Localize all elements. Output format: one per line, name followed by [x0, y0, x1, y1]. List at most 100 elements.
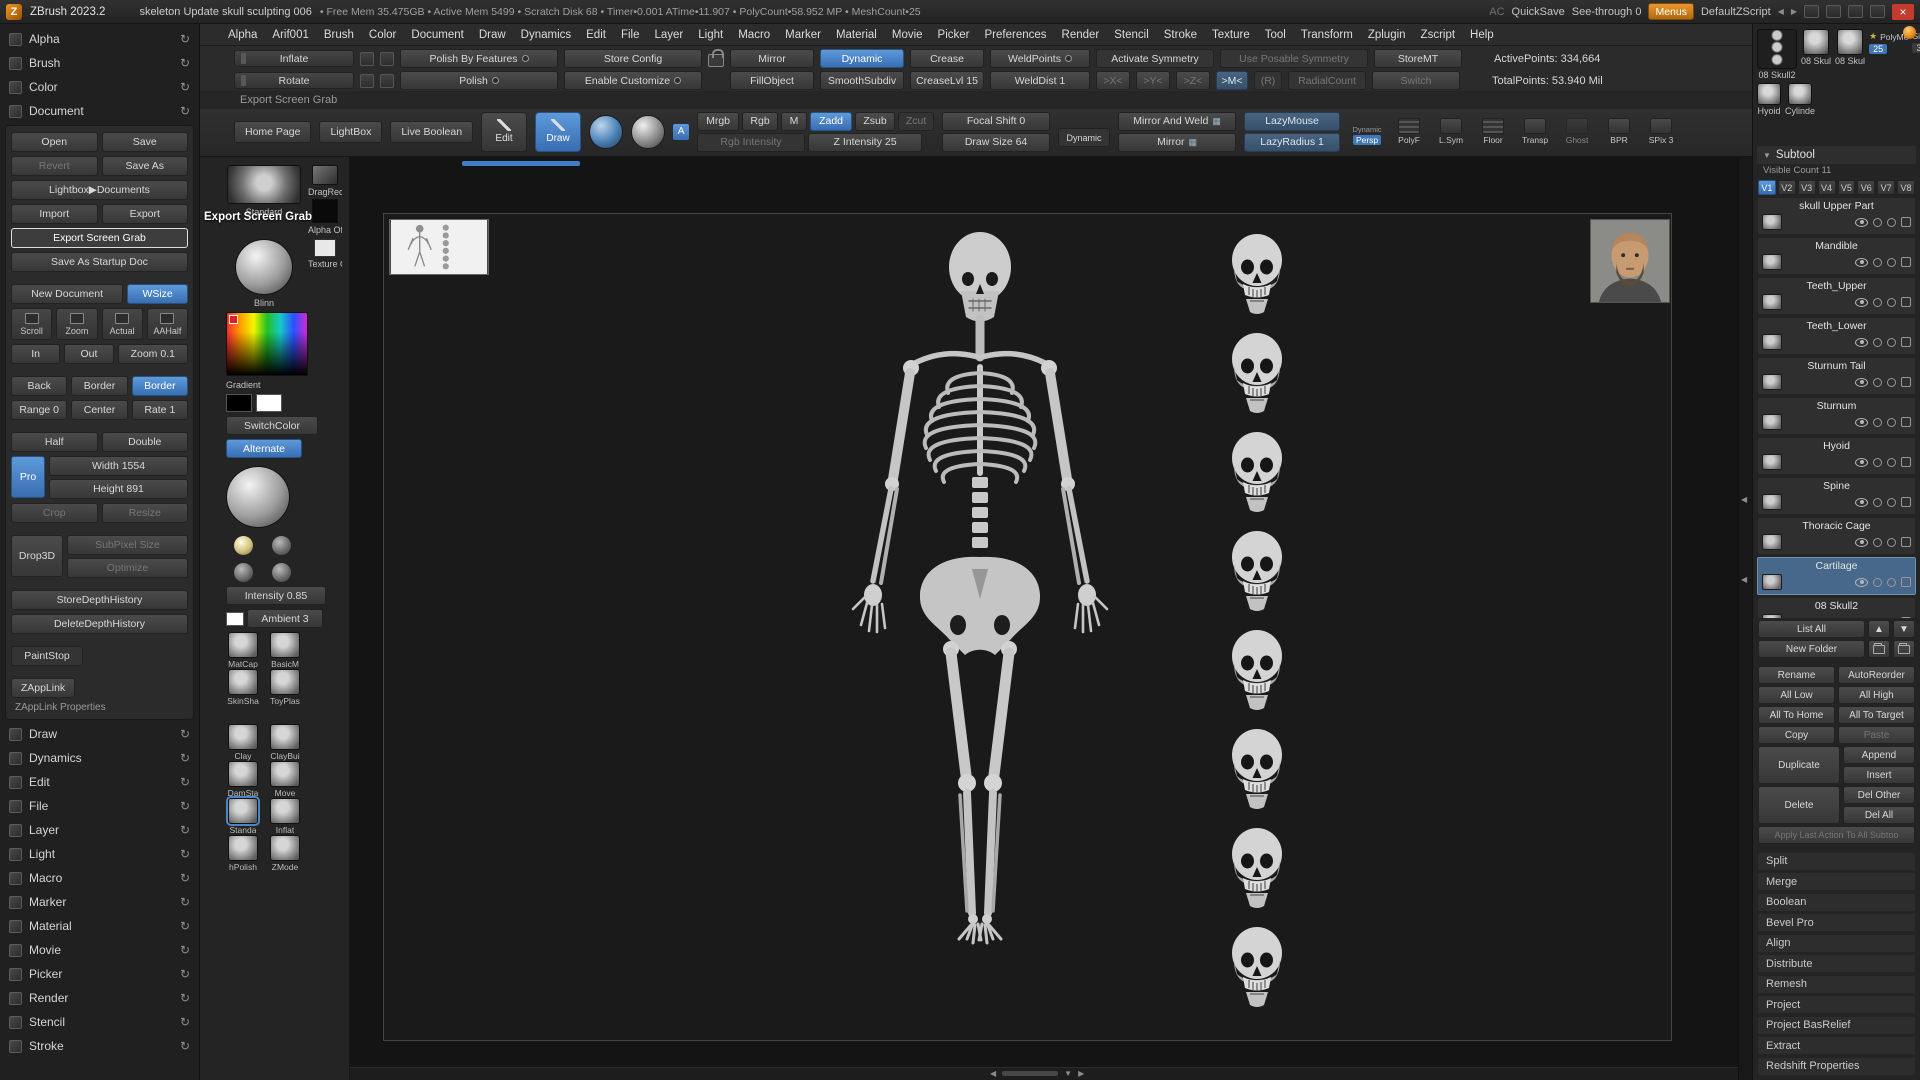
actual-button[interactable]: Actual [102, 308, 143, 340]
canvas-viewport[interactable]: ◀ ▼ ▶ [350, 157, 1738, 1080]
detach-circle-icon[interactable]: ↻ [180, 967, 190, 981]
rename-icon[interactable] [1901, 217, 1911, 227]
skull-subtool[interactable] [1227, 233, 1287, 317]
sym-m-button[interactable]: >M< [1216, 71, 1248, 90]
menu-item[interactable]: Marker [785, 29, 821, 41]
palette-item[interactable]: Stroke ↻ [5, 1034, 194, 1058]
detach-circle-icon[interactable]: ↻ [180, 751, 190, 765]
menu-item[interactable]: Preferences [985, 29, 1047, 41]
material-sphere-thumb[interactable] [235, 239, 293, 295]
uv-icon[interactable] [1887, 338, 1896, 347]
sym-y-button[interactable]: >Y< [1136, 71, 1170, 90]
subpalette-header[interactable]: Extract [1757, 1036, 1916, 1055]
preset-cell[interactable]: SkinSha [226, 669, 260, 706]
subtool-row[interactable]: 08 Skull2 [1757, 597, 1916, 618]
detach-circle-icon[interactable]: ↻ [180, 80, 190, 94]
palette-item[interactable]: Alpha ↻ [5, 27, 194, 51]
detach-circle-icon[interactable]: ↻ [180, 823, 190, 837]
uv-icon[interactable] [1887, 298, 1896, 307]
polypaint-icon[interactable] [1873, 498, 1882, 507]
sym-x-button[interactable]: >X< [1096, 71, 1130, 90]
preset-thumb[interactable] [270, 835, 300, 861]
zoom-button[interactable]: Zoom [56, 308, 97, 340]
skull-subtool[interactable] [1227, 431, 1287, 515]
new-document-button[interactable]: New Document [11, 284, 123, 304]
preset-cell[interactable]: MatCap [226, 632, 260, 669]
grid-expand-icon[interactable]: ▦ [1189, 138, 1198, 147]
eye-icon[interactable] [1855, 538, 1868, 547]
visibility-set-tab[interactable]: V5 [1838, 180, 1856, 195]
radio-toggle-icon[interactable] [522, 55, 529, 62]
preset-thumb[interactable] [228, 632, 258, 658]
lazyradius-slider[interactable]: LazyRadius 1 [1244, 133, 1340, 152]
border-toggle-button[interactable]: Border [132, 376, 188, 396]
light-intensity-slider[interactable]: Intensity 0.85 [226, 586, 326, 605]
preset-thumb[interactable] [270, 632, 300, 658]
draw-size-slider[interactable]: Draw Size 64 [942, 133, 1050, 152]
delete-button[interactable]: Delete [1758, 786, 1840, 824]
current-brush-thumb[interactable] [227, 165, 301, 204]
subtool-row[interactable]: Spine [1757, 477, 1916, 515]
palette-item[interactable]: Layer ↻ [5, 818, 194, 842]
eye-icon[interactable] [1855, 258, 1868, 267]
save-as-button[interactable]: Save As [102, 156, 189, 176]
shelf-mini-icon[interactable] [360, 52, 374, 66]
preset-thumb[interactable] [270, 724, 300, 750]
detach-circle-icon[interactable]: ↻ [180, 56, 190, 70]
in-button[interactable]: In [11, 344, 60, 364]
transp-toggle[interactable]: Transp [1516, 118, 1554, 145]
eye-icon[interactable] [1855, 578, 1868, 587]
preset-thumb[interactable] [228, 724, 258, 750]
zsub-button[interactable]: Zsub [855, 112, 895, 131]
preset-cell[interactable]: BasicM [268, 632, 302, 669]
sym-r-button[interactable]: (R) [1254, 71, 1282, 90]
zadd-button[interactable]: Zadd [810, 112, 852, 131]
fillobject-button[interactable]: FillObject [730, 71, 814, 90]
eye-icon[interactable] [1855, 218, 1868, 227]
stroke-thumb[interactable] [312, 165, 338, 185]
append-button[interactable]: Append [1843, 746, 1915, 764]
spix-slider[interactable]: SPix 3 [1642, 118, 1680, 145]
all-low-button[interactable]: All Low [1758, 686, 1835, 704]
rename-icon[interactable] [1901, 617, 1911, 618]
palette-item[interactable]: Stencil ↻ [5, 1010, 194, 1034]
tablet-icon[interactable] [1826, 5, 1841, 18]
visibility-set-tab[interactable]: V1 [1758, 180, 1776, 195]
palette-item[interactable]: Movie ↻ [5, 938, 194, 962]
duplicate-button[interactable]: Duplicate [1758, 746, 1840, 784]
pro-button[interactable]: Pro [11, 456, 45, 498]
move-down-button[interactable]: ▼ [1893, 620, 1915, 638]
eye-icon[interactable] [1855, 378, 1868, 387]
polypaint-icon[interactable] [1873, 418, 1882, 427]
radial-count-slider[interactable]: RadialCount [1288, 71, 1366, 90]
folder-in-icon[interactable] [1868, 640, 1890, 658]
menu-item[interactable]: Dynamics [521, 29, 571, 41]
all-to-target-button[interactable]: All To Target [1838, 706, 1915, 724]
preset-cell[interactable]: ClayBui [268, 724, 302, 761]
new-folder-button[interactable]: New Folder [1758, 640, 1865, 658]
half-button[interactable]: Half [11, 432, 98, 452]
lock-icon[interactable] [708, 54, 724, 67]
width-slider[interactable]: Width 1554 [49, 456, 188, 476]
preset-cell[interactable]: Inflat [268, 798, 302, 835]
menu-item[interactable]: Arif001 [272, 29, 308, 41]
lightbox-documents-button[interactable]: Lightbox▶Documents [11, 180, 188, 200]
preset-cell[interactable]: DamSta [226, 761, 260, 798]
polish-by-features-button[interactable]: Polish By Features [400, 49, 558, 68]
visibility-set-tab[interactable]: V7 [1877, 180, 1895, 195]
palette-item[interactable]: Material ↻ [5, 914, 194, 938]
detach-circle-icon[interactable]: ↻ [180, 799, 190, 813]
uv-icon[interactable] [1887, 418, 1896, 427]
polypaint-icon[interactable] [1873, 258, 1882, 267]
skeleton-model[interactable] [745, 221, 1215, 1021]
revert-button[interactable]: Revert [11, 156, 98, 176]
menu-item[interactable]: Light [698, 29, 723, 41]
draw-size-dynamic-toggle[interactable]: Dynamic [1058, 128, 1110, 147]
light-bulb-icon[interactable] [234, 536, 253, 555]
see-through-slider[interactable]: See-through 0 [1572, 6, 1642, 18]
rename-icon[interactable] [1901, 537, 1911, 547]
store-config-button[interactable]: Store Config [564, 49, 702, 68]
gradient-label[interactable]: Gradient [226, 380, 343, 390]
material-preview-sphere[interactable] [226, 466, 290, 528]
all-high-button[interactable]: All High [1838, 686, 1915, 704]
